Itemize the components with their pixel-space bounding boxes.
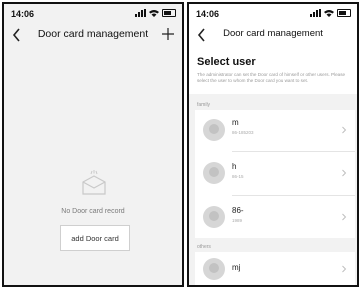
status-time: 14:06 xyxy=(196,9,220,19)
user-name: h xyxy=(232,162,237,171)
page-title: Door card management xyxy=(223,28,323,39)
chevron-right-icon xyxy=(342,169,347,177)
status-icons xyxy=(135,9,176,17)
header-panel xyxy=(189,48,357,94)
status-time: 14:06 xyxy=(11,9,35,19)
wifi-icon xyxy=(149,10,159,17)
user-phone: 86-185203 xyxy=(232,130,254,135)
chevron-right-icon xyxy=(342,126,347,134)
section-label-family: family xyxy=(197,102,211,108)
list-item[interactable]: 86- 1989 xyxy=(195,196,355,238)
avatar xyxy=(203,119,225,141)
list-item[interactable]: mj xyxy=(195,252,355,285)
right-phone-screen: 14:06 Door card management Select user T… xyxy=(187,2,359,287)
battery-icon xyxy=(162,9,176,17)
user-phone: 1989 xyxy=(232,218,243,223)
select-user-heading: Select user xyxy=(197,56,256,68)
select-user-description: The administrator can set the Door card … xyxy=(197,72,346,83)
plus-icon[interactable] xyxy=(160,25,176,43)
chevron-right-icon xyxy=(342,265,347,273)
others-user-list: mj xyxy=(195,252,355,285)
add-door-card-button[interactable]: add Door card xyxy=(60,225,130,251)
status-icons xyxy=(310,9,351,17)
status-bar: 14:06 xyxy=(189,4,357,24)
user-name: mj xyxy=(232,263,241,272)
family-user-list: m 86-185203 h 86-15 86- 1989 xyxy=(195,110,355,238)
list-item[interactable]: h 86-15 xyxy=(195,152,355,194)
avatar xyxy=(203,206,225,228)
empty-mailbox-icon xyxy=(82,170,106,195)
status-bar: 14:06 xyxy=(4,4,182,24)
battery-icon xyxy=(337,9,351,17)
user-name: 86- xyxy=(232,206,244,215)
nav-bar: Door card management xyxy=(189,24,357,48)
avatar xyxy=(203,258,225,280)
left-phone-screen: 14:06 Door card management No Door card … xyxy=(2,2,184,287)
wifi-icon xyxy=(324,10,334,17)
chevron-right-icon xyxy=(342,213,347,221)
empty-state-text: No Door card record xyxy=(61,208,125,215)
signal-icon xyxy=(310,9,321,17)
list-item[interactable]: m 86-185203 xyxy=(195,110,355,150)
signal-icon xyxy=(135,9,146,17)
avatar xyxy=(203,162,225,184)
section-label-others: others xyxy=(197,244,211,250)
user-phone: 86-15 xyxy=(232,174,244,179)
page-title: Door card management xyxy=(37,28,149,40)
nav-bar: Door card management xyxy=(4,24,182,48)
user-name: m xyxy=(232,118,239,127)
